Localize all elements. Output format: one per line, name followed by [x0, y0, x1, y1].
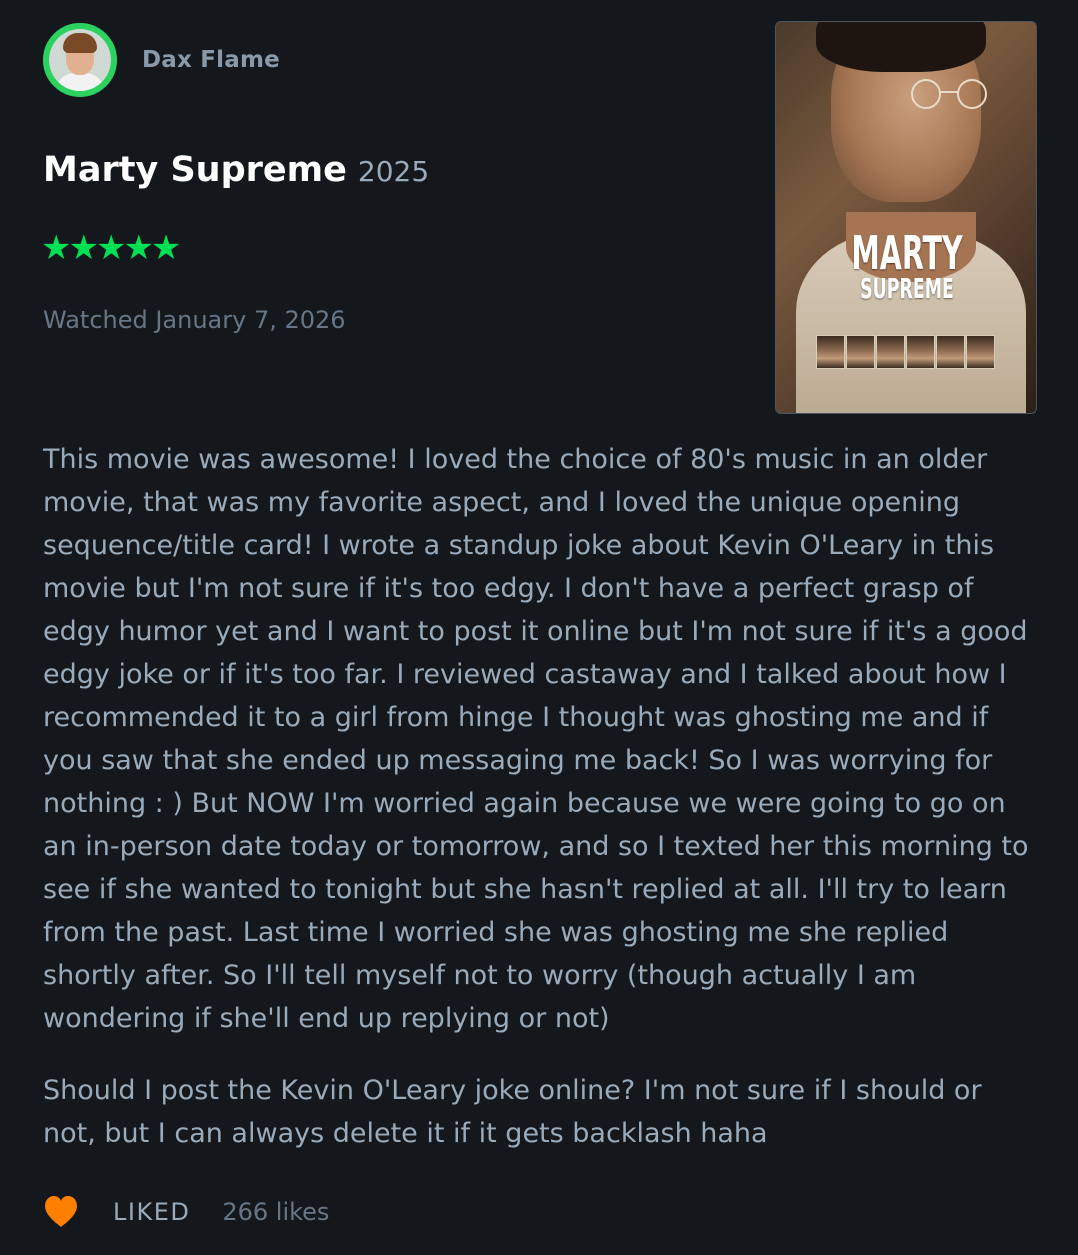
film-poster[interactable]: MARTY SUPREME	[775, 21, 1037, 414]
review-paragraph: This movie was awesome! I loved the choi…	[43, 444, 1029, 1034]
glasses-icon	[911, 79, 987, 109]
review-paragraph: Should I post the Kevin O'Leary joke onl…	[43, 1075, 982, 1149]
avatar[interactable]	[43, 23, 117, 97]
likes-count[interactable]: 266 likes	[222, 1198, 329, 1226]
film-title[interactable]: Marty Supreme	[43, 150, 347, 190]
film-heading: Marty Supreme 2025	[43, 150, 429, 190]
poster-cast-strip	[816, 335, 995, 369]
cast-portrait	[906, 335, 935, 369]
liked-label[interactable]: LIKED	[113, 1198, 190, 1226]
cast-portrait	[876, 335, 905, 369]
heart-icon[interactable]	[43, 1194, 79, 1230]
review-actions: LIKED 266 likes	[43, 1194, 329, 1230]
film-year[interactable]: 2025	[358, 155, 429, 188]
reviewer-name[interactable]: Dax Flame	[142, 47, 280, 73]
avatar-photo	[49, 29, 111, 91]
cast-portrait	[816, 335, 845, 369]
poster-title: MARTY SUPREME	[826, 226, 988, 305]
reviewer-block[interactable]: Dax Flame	[43, 23, 280, 97]
cast-portrait	[846, 335, 875, 369]
watched-date: Watched January 7, 2026	[43, 306, 346, 334]
cast-portrait	[966, 335, 995, 369]
poster-title-line2: SUPREME	[860, 271, 954, 305]
review-page: Dax Flame Marty Supreme 2025 ★★★★★ Watch…	[0, 0, 1078, 1255]
star-rating: ★★★★★	[41, 228, 181, 268]
review-body: This movie was awesome! I loved the choi…	[43, 438, 1033, 1155]
cast-portrait	[936, 335, 965, 369]
poster-title-line1: MARTY	[851, 226, 963, 280]
